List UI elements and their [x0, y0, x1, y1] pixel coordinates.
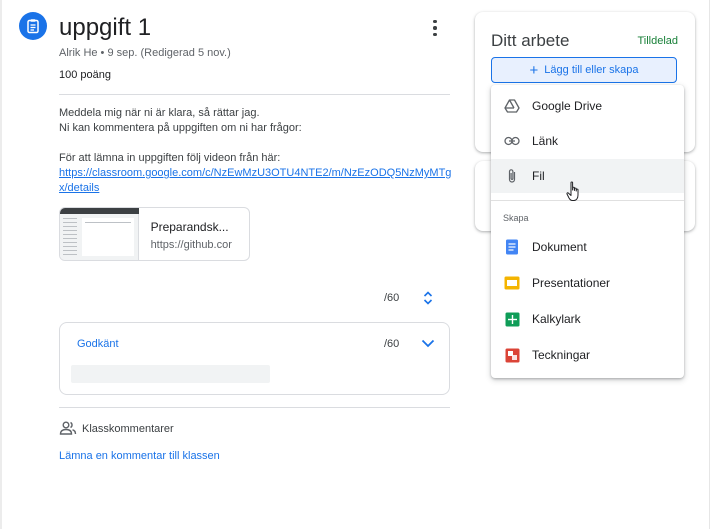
- assignment-points: 100 poäng: [59, 69, 111, 81]
- expand-sort-icon[interactable]: [421, 290, 435, 306]
- grade-placeholder-bar: [71, 365, 270, 383]
- paperclip-icon: [503, 167, 521, 185]
- menu-item-google-drive[interactable]: Google Drive: [491, 89, 684, 123]
- menu-item-sheets[interactable]: Kalkylark: [491, 302, 684, 336]
- description-line: Ni kan kommentera på uppgiften om ni har…: [59, 122, 302, 134]
- hand-cursor-icon: [566, 181, 579, 201]
- link-icon: [503, 132, 521, 150]
- more-dot: [433, 32, 437, 37]
- menu-item-label: Presentationer: [532, 276, 611, 290]
- menu-item-drawings[interactable]: Teckningar: [491, 338, 684, 372]
- thumbnail-sidebar: [63, 218, 77, 256]
- attachment-title: Preparandsk...: [150, 220, 229, 234]
- menu-item-label: Google Drive: [532, 99, 603, 113]
- description-line: Meddela mig när ni är klara, så rättar j…: [59, 107, 260, 119]
- attachment-text: Preparandsk... https://github.cor: [139, 208, 249, 260]
- menu-item-docs[interactable]: Dokument: [491, 230, 684, 264]
- plus-icon: +: [529, 61, 539, 79]
- menu-item-label: Kalkylark: [532, 312, 581, 326]
- header-divider: [59, 94, 450, 95]
- menu-item-label: Länk: [532, 134, 559, 148]
- sheets-icon: [503, 310, 521, 328]
- menu-item-label: Teckningar: [532, 348, 591, 362]
- left-edge-divider: [0, 0, 2, 529]
- add-class-comment-link[interactable]: Lämna en kommentar till klassen: [59, 450, 220, 462]
- menu-item-label: Fil: [532, 169, 545, 183]
- menu-item-link[interactable]: Länk: [491, 124, 684, 158]
- page-title: uppgift 1: [59, 14, 152, 41]
- menu-item-slides[interactable]: Presentationer: [491, 266, 684, 300]
- grade-status-label: Godkänt: [77, 338, 119, 350]
- your-work-title: Ditt arbete: [491, 31, 570, 50]
- more-dot: [433, 26, 437, 30]
- class-comments-title: Klasskommentarer: [82, 423, 174, 435]
- add-or-create-label: Lägg till eller skapa: [544, 64, 639, 76]
- docs-icon: [503, 238, 521, 256]
- create-section-label: Skapa: [503, 213, 529, 223]
- assignment-icon: [19, 12, 47, 40]
- menu-divider: [491, 200, 684, 201]
- menu-item-file[interactable]: Fil: [491, 159, 684, 193]
- thumbnail-line: [85, 222, 131, 223]
- add-menu: Google Drive Länk Fil Skapa Dokument Pre…: [491, 85, 684, 378]
- attachment-card[interactable]: Preparandsk... https://github.cor: [59, 207, 250, 261]
- thumbnail-toolbar: [60, 208, 139, 214]
- score-label: /60: [384, 292, 400, 304]
- more-dot: [433, 19, 437, 24]
- people-icon: [59, 421, 77, 435]
- attachment-thumbnail: [60, 208, 139, 260]
- more-options-button[interactable]: [425, 17, 445, 39]
- attachment-url: https://github.cor: [150, 239, 232, 251]
- drawings-icon: [503, 346, 521, 364]
- description-line: För att lämna in uppgiften följ videon f…: [59, 152, 281, 164]
- grade-card: Godkänt /60: [59, 322, 450, 395]
- assignment-meta: Alrik He • 9 sep. (Redigerad 5 nov.): [59, 47, 231, 59]
- menu-item-label: Dokument: [532, 240, 587, 254]
- description-link[interactable]: https://classroom.google.com/c/NzEwMzU3O…: [59, 166, 454, 196]
- thumbnail-content: [82, 218, 134, 256]
- chevron-down-icon[interactable]: [420, 336, 436, 350]
- status-badge: Tilldelad: [637, 35, 678, 47]
- grade-score: /60: [384, 338, 400, 350]
- comments-divider: [59, 407, 450, 408]
- google-drive-icon: [503, 97, 521, 115]
- slides-icon: [503, 274, 521, 292]
- add-or-create-button[interactable]: + Lägg till eller skapa: [491, 57, 677, 83]
